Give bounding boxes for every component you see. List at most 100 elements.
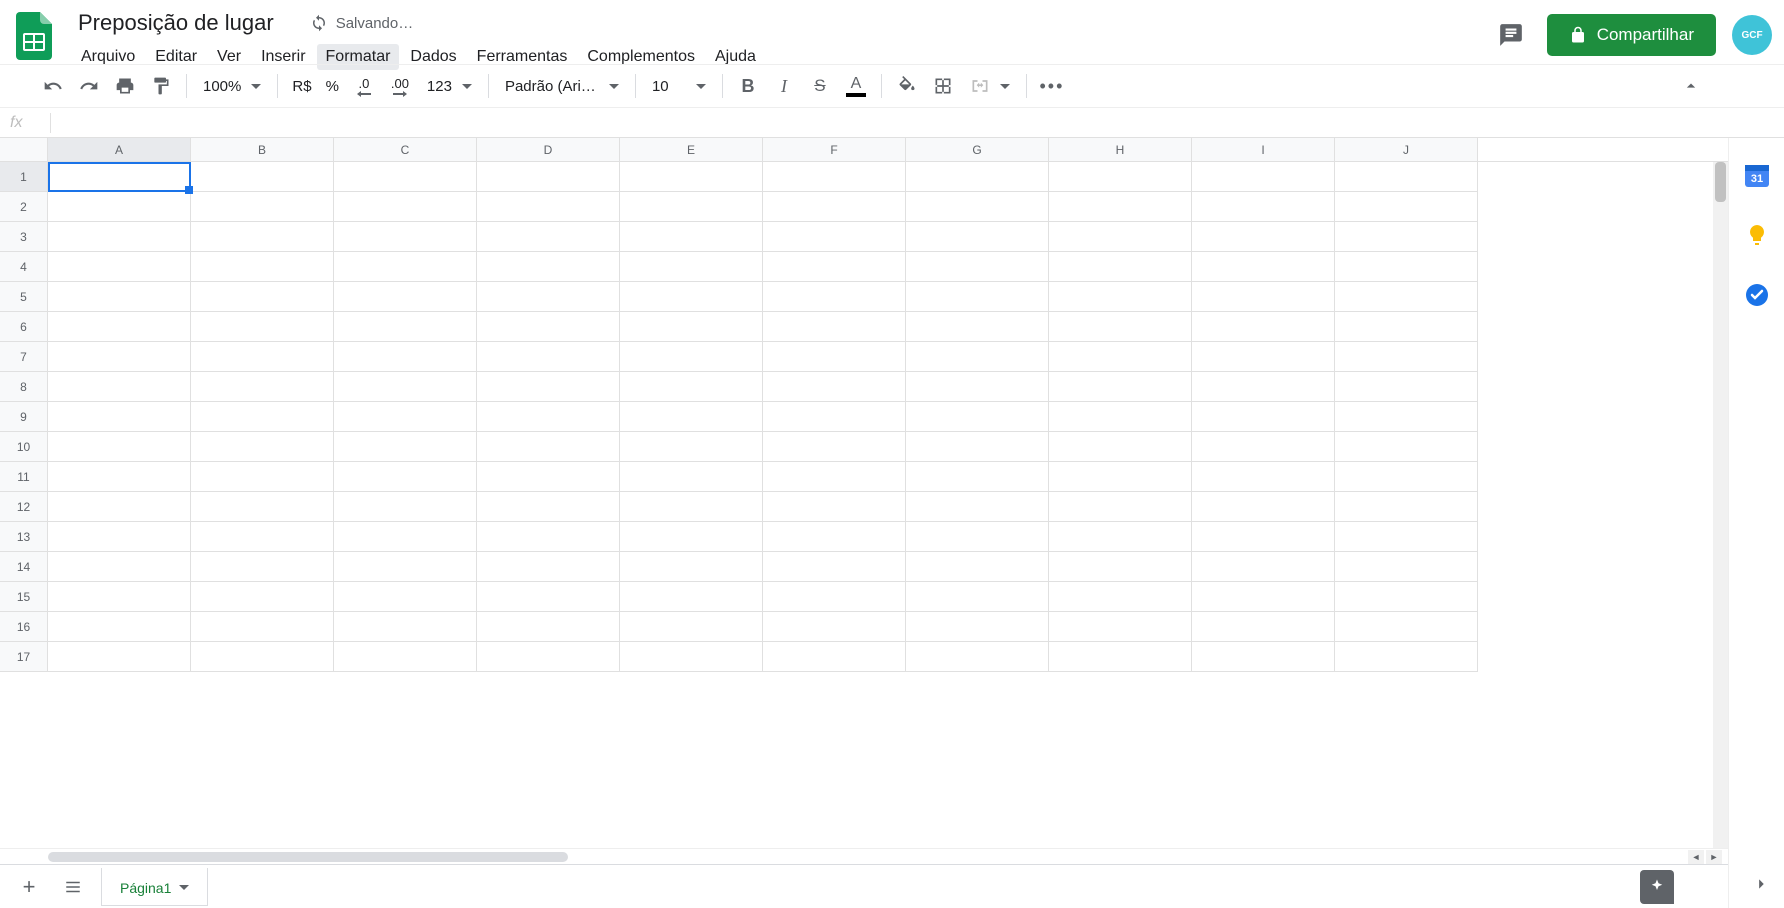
percent-format-button[interactable]: % xyxy=(320,78,345,95)
cell[interactable] xyxy=(1335,342,1478,372)
cell[interactable] xyxy=(48,522,191,552)
cell[interactable] xyxy=(477,582,620,612)
cell[interactable] xyxy=(1049,192,1192,222)
select-all-corner[interactable] xyxy=(0,138,48,161)
cell[interactable] xyxy=(334,372,477,402)
cell[interactable] xyxy=(48,192,191,222)
cell[interactable] xyxy=(1335,402,1478,432)
cell[interactable] xyxy=(1335,432,1478,462)
column-header[interactable]: G xyxy=(906,138,1049,161)
formula-input[interactable] xyxy=(51,115,1728,131)
cell[interactable] xyxy=(191,192,334,222)
share-button[interactable]: Compartilhar xyxy=(1547,14,1716,56)
cell[interactable] xyxy=(620,252,763,282)
cell[interactable] xyxy=(334,282,477,312)
cell[interactable] xyxy=(620,372,763,402)
cell[interactable] xyxy=(1049,252,1192,282)
cell[interactable] xyxy=(477,432,620,462)
cell[interactable] xyxy=(477,162,620,192)
explore-button[interactable] xyxy=(1640,870,1674,904)
cell[interactable] xyxy=(763,282,906,312)
hide-side-panel-button[interactable] xyxy=(1750,873,1772,898)
cell[interactable] xyxy=(1192,372,1335,402)
tasks-addon-icon[interactable] xyxy=(1744,282,1770,308)
column-header[interactable]: B xyxy=(191,138,334,161)
cell[interactable] xyxy=(191,342,334,372)
cell[interactable] xyxy=(1192,252,1335,282)
row-header[interactable]: 2 xyxy=(0,192,48,222)
cell[interactable] xyxy=(191,552,334,582)
cell[interactable] xyxy=(477,192,620,222)
cell[interactable] xyxy=(1049,582,1192,612)
column-header[interactable]: I xyxy=(1192,138,1335,161)
cell[interactable] xyxy=(48,462,191,492)
column-header[interactable]: D xyxy=(477,138,620,161)
doc-title[interactable]: Preposição de lugar xyxy=(72,8,280,38)
cell[interactable] xyxy=(1335,192,1478,222)
cell[interactable] xyxy=(334,192,477,222)
redo-button[interactable] xyxy=(72,71,106,101)
cell[interactable] xyxy=(906,582,1049,612)
vertical-scrollbar[interactable] xyxy=(1713,162,1728,848)
cell[interactable] xyxy=(48,312,191,342)
cell[interactable] xyxy=(620,192,763,222)
cell[interactable] xyxy=(906,342,1049,372)
cell[interactable] xyxy=(477,612,620,642)
cell[interactable] xyxy=(763,252,906,282)
column-header[interactable]: J xyxy=(1335,138,1478,161)
cell[interactable] xyxy=(191,252,334,282)
cell[interactable] xyxy=(1335,252,1478,282)
row-header[interactable]: 16 xyxy=(0,612,48,642)
cell[interactable] xyxy=(763,552,906,582)
cell[interactable] xyxy=(1192,552,1335,582)
cell[interactable] xyxy=(334,612,477,642)
cell[interactable] xyxy=(1049,342,1192,372)
font-family-dropdown[interactable]: Padrão (Ari… xyxy=(497,78,627,95)
cell[interactable] xyxy=(48,162,191,192)
comments-button[interactable] xyxy=(1491,15,1531,55)
cell[interactable] xyxy=(1049,402,1192,432)
cell[interactable] xyxy=(1335,162,1478,192)
cell[interactable] xyxy=(906,372,1049,402)
cell[interactable] xyxy=(763,432,906,462)
cell[interactable] xyxy=(620,162,763,192)
spreadsheet-grid[interactable]: ABCDEFGHIJ 1234567891011121314151617 xyxy=(0,138,1728,848)
row-header[interactable]: 10 xyxy=(0,432,48,462)
cell[interactable] xyxy=(477,402,620,432)
paint-format-button[interactable] xyxy=(144,71,178,101)
cell[interactable] xyxy=(1192,222,1335,252)
calendar-addon-icon[interactable]: 31 xyxy=(1744,162,1770,188)
cell[interactable] xyxy=(334,492,477,522)
row-header[interactable]: 5 xyxy=(0,282,48,312)
row-header[interactable]: 6 xyxy=(0,312,48,342)
cell[interactable] xyxy=(1335,282,1478,312)
keep-addon-icon[interactable] xyxy=(1744,222,1770,248)
row-header[interactable]: 1 xyxy=(0,162,48,192)
cell[interactable] xyxy=(906,642,1049,672)
cell[interactable] xyxy=(334,252,477,282)
text-color-button[interactable]: A xyxy=(839,71,873,101)
cell[interactable] xyxy=(477,282,620,312)
cell[interactable] xyxy=(48,642,191,672)
cell[interactable] xyxy=(48,252,191,282)
cell[interactable] xyxy=(191,222,334,252)
cell[interactable] xyxy=(906,462,1049,492)
cell[interactable] xyxy=(763,642,906,672)
add-sheet-button[interactable]: + xyxy=(14,872,44,902)
cell[interactable] xyxy=(620,402,763,432)
cell[interactable] xyxy=(1192,492,1335,522)
cell[interactable] xyxy=(763,222,906,252)
cell[interactable] xyxy=(1049,222,1192,252)
cell[interactable] xyxy=(1192,312,1335,342)
cell[interactable] xyxy=(1049,432,1192,462)
cell[interactable] xyxy=(906,222,1049,252)
cell[interactable] xyxy=(763,402,906,432)
row-header[interactable]: 3 xyxy=(0,222,48,252)
sheets-logo-icon[interactable] xyxy=(12,8,56,64)
cell[interactable] xyxy=(48,612,191,642)
cell[interactable] xyxy=(1335,312,1478,342)
more-toolbar-button[interactable]: ••• xyxy=(1035,71,1069,101)
cell[interactable] xyxy=(1049,462,1192,492)
row-header[interactable]: 4 xyxy=(0,252,48,282)
cell[interactable] xyxy=(1335,552,1478,582)
